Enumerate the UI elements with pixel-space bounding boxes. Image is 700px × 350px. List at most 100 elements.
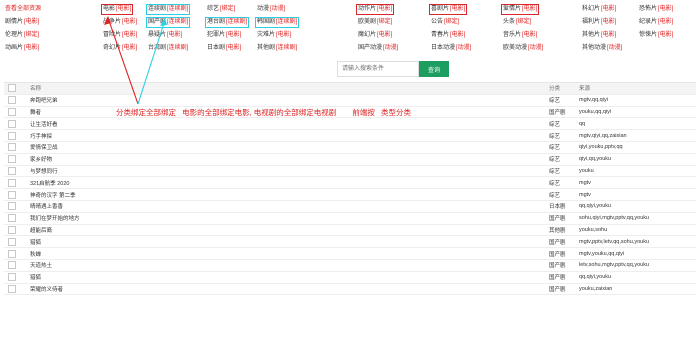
row-checkbox-cell[interactable] <box>4 117 24 131</box>
table-row[interactable]: 奔跑吧兄弟 综艺 mgtv,qq,qiyi <box>4 94 696 107</box>
category-item[interactable]: 奇幻片[电影] <box>102 44 138 53</box>
table-row[interactable]: 321启航季 2020 综艺 mgtv <box>4 176 696 190</box>
row-checkbox[interactable] <box>8 190 16 199</box>
category-item[interactable]: 国产动漫[动漫] <box>357 44 399 53</box>
category-item[interactable]: 冒险片[电影] <box>102 31 138 40</box>
category-item[interactable]: 动作片[电影] <box>355 4 395 15</box>
category-item[interactable]: 剧情片[电影] <box>4 18 40 27</box>
category-binding: [电影] <box>122 19 138 25</box>
category-item[interactable]: 日本剧[电影] <box>206 44 242 53</box>
row-checkbox-cell[interactable] <box>4 129 24 142</box>
category-item[interactable]: 悬疑片[电影] <box>147 31 183 40</box>
category-item[interactable]: 电影[电影] <box>100 4 134 15</box>
category-item[interactable]: 台湾剧[连续剧] <box>147 44 189 53</box>
cell-category: 综艺 <box>543 153 573 166</box>
row-checkbox-cell[interactable] <box>4 283 24 296</box>
category-binding: [电影] <box>377 32 393 38</box>
category-item[interactable]: 伦理片[绑定] <box>4 31 40 40</box>
category-item[interactable]: 战争片[电影] <box>102 18 138 27</box>
row-checkbox-cell[interactable] <box>4 176 24 190</box>
row-checkbox-cell[interactable] <box>4 271 24 284</box>
row-checkbox-cell[interactable] <box>4 212 24 225</box>
category-item[interactable]: 日本动漫[动漫] <box>430 44 472 53</box>
row-checkbox[interactable] <box>8 249 16 258</box>
table-row[interactable]: 荣耀的义侍者 国产剧 youku,zaixian <box>4 283 696 296</box>
table-row[interactable]: 神奇的汉字 第二季 综艺 mgtv <box>4 188 696 201</box>
category-item[interactable]: 福利片[电影] <box>581 18 617 27</box>
category-item[interactable]: 欧美动漫[动漫] <box>502 44 544 53</box>
table-row[interactable]: 晴晴遇上香香 日本剧 qq,qiyi,youku <box>4 200 696 213</box>
search-input[interactable] <box>337 61 419 77</box>
category-item[interactable]: 音乐片[电影] <box>502 31 538 40</box>
category-item[interactable]: 纪录片[电影] <box>638 18 674 27</box>
row-checkbox[interactable] <box>8 225 16 234</box>
row-checkbox-cell[interactable] <box>4 106 24 119</box>
category-item[interactable]: 其他动漫[动漫] <box>581 44 623 53</box>
row-checkbox[interactable] <box>8 261 16 270</box>
category-item[interactable]: 动漫[动漫] <box>256 5 286 14</box>
row-checkbox-cell[interactable] <box>4 94 24 107</box>
row-checkbox[interactable] <box>8 107 16 116</box>
row-checkbox[interactable] <box>8 202 16 211</box>
category-item[interactable]: 其他片[电影] <box>581 31 617 40</box>
cell-category: 综艺 <box>543 165 573 178</box>
row-checkbox-cell[interactable] <box>4 165 24 178</box>
row-checkbox-cell[interactable] <box>4 141 24 154</box>
cell-source: mgtv <box>573 188 696 201</box>
row-checkbox[interactable] <box>8 178 16 187</box>
table-row[interactable]: 我们在梦开始的地方 国产剧 sohu,qiyi,mgtv,pptv,qq,youku <box>4 212 696 225</box>
category-item[interactable]: 欧美剧[绑定] <box>357 18 393 27</box>
table-row[interactable]: 与梦想同行 综艺 youku <box>4 165 696 178</box>
category-item[interactable]: 综艺[绑定] <box>206 5 236 14</box>
category-item[interactable]: 公告[绑定] <box>430 18 460 27</box>
category-binding: [连续剧] <box>226 19 248 25</box>
category-name: 冒险片 <box>103 32 122 38</box>
table-row[interactable]: 天道热土 国产剧 letv,sohu,mgtv,pptv,qq,youku <box>4 259 696 272</box>
category-item[interactable]: 魔幻片[电影] <box>357 31 393 40</box>
row-checkbox-cell[interactable] <box>4 153 24 166</box>
category-item[interactable]: 韩国剧[连续剧] <box>254 17 300 28</box>
table-row[interactable]: 爱情保卫战 综艺 qiyi,youku,pptv,qq <box>4 141 696 154</box>
category-item[interactable]: 喜剧片[电影] <box>428 4 468 15</box>
row-checkbox-cell[interactable] <box>4 247 24 260</box>
category-item[interactable]: 头条[绑定] <box>502 18 532 27</box>
category-item[interactable]: 青春片[电影] <box>430 31 466 40</box>
row-checkbox[interactable] <box>8 119 16 128</box>
table-row[interactable]: 猎狐 国产剧 mgtv,pptv,letv,qq,sohu,youku <box>4 235 696 249</box>
row-checkbox[interactable] <box>8 131 16 140</box>
table-row[interactable]: 秋蝉 国产剧 mgtv,youku,qq,qiyi <box>4 247 696 260</box>
select-all-checkbox[interactable] <box>8 84 16 93</box>
category-item[interactable]: 惊悚片[电影] <box>638 31 674 40</box>
category-item[interactable]: 灾难片[电影] <box>256 31 292 40</box>
category-item[interactable]: 连续剧[连续剧] <box>145 4 191 15</box>
row-checkbox-cell[interactable] <box>4 224 24 237</box>
row-checkbox[interactable] <box>8 273 16 282</box>
row-checkbox[interactable] <box>8 155 16 164</box>
category-item[interactable]: 爱情片[电影] <box>500 4 540 15</box>
category-item[interactable]: 其他剧[连续剧] <box>256 44 298 53</box>
category-item[interactable]: 查看全部资源 <box>4 5 43 14</box>
row-checkbox[interactable] <box>8 214 16 223</box>
table-row[interactable]: 让生活好看 综艺 qq <box>4 117 696 131</box>
table-row[interactable]: 超能后裔 其他剧 youku,sohu <box>4 224 696 237</box>
table-row[interactable]: 猎狐 国产剧 qq,qiyi,youku <box>4 271 696 284</box>
category-item[interactable]: 犯罪片[电影] <box>206 31 242 40</box>
category-item[interactable]: 港台剧[连续剧] <box>204 17 250 28</box>
row-checkbox[interactable] <box>8 166 16 175</box>
category-item[interactable]: 国产剧[连续剧] <box>145 17 191 28</box>
row-checkbox[interactable] <box>8 143 16 152</box>
table-row[interactable]: 巧手神探 综艺 mgtv,qiyi,qq,zaixian <box>4 129 696 142</box>
row-checkbox-cell[interactable] <box>4 259 24 272</box>
row-checkbox-cell[interactable] <box>4 188 24 201</box>
select-all-cell[interactable] <box>4 82 24 95</box>
row-checkbox[interactable] <box>8 284 16 293</box>
category-item[interactable]: 动画片[电影] <box>4 44 40 53</box>
row-checkbox[interactable] <box>8 96 16 105</box>
row-checkbox[interactable] <box>8 237 16 246</box>
row-checkbox-cell[interactable] <box>4 235 24 249</box>
category-item[interactable]: 科幻片[电影] <box>581 5 617 14</box>
table-row[interactable]: 家乡好物 综艺 qiyi,qq,youku <box>4 153 696 166</box>
row-checkbox-cell[interactable] <box>4 200 24 213</box>
search-button[interactable]: 查询 <box>419 61 449 77</box>
category-item[interactable]: 恐怖片[电影] <box>638 5 674 14</box>
